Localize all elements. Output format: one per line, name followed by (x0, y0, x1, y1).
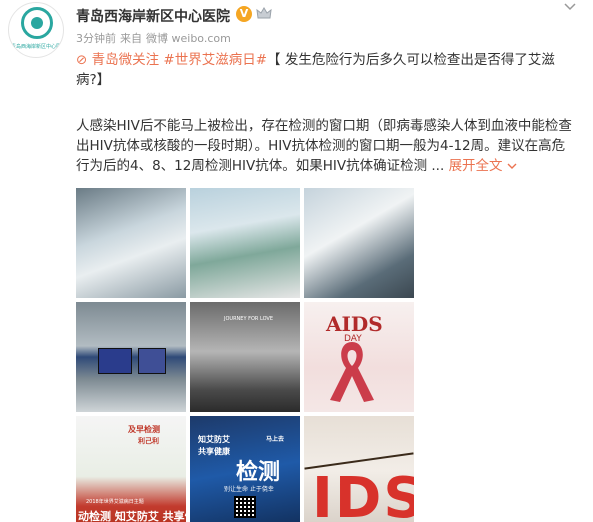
poster-headline-2: 利己利 (138, 437, 159, 445)
display-screen (138, 348, 166, 374)
source-prefix: 来自 (120, 32, 142, 45)
photo-thumbnail-2[interactable] (190, 188, 300, 298)
red-ribbon-icon (330, 342, 374, 402)
post-title-part1: 【 发生危险行为后多久可以检查出是否得了艾滋 (267, 52, 555, 68)
post-title-part2: 病?】 (76, 72, 111, 88)
poster-tag: 马上去 (266, 436, 285, 443)
expand-full-text-link[interactable]: 展开全文 (449, 158, 517, 174)
crown-icon (256, 7, 272, 19)
photo-thumbnail-3[interactable] (304, 188, 414, 298)
weibo-post: 青岛西海岸新区中心医院 青岛西海岸新区中心医院 V 3分钟前 来自 微博 weibo… (0, 0, 593, 522)
post-body: 人感染HIV后不能马上被检出，存在检测的窗口期（即病毒感染人体到血液中能检查出H… (76, 116, 576, 176)
link-icon: ⊘ (76, 52, 88, 68)
hospital-logo-icon (21, 7, 53, 39)
post-title-line-2: 病?】 (76, 70, 576, 90)
poster-slogan: 动检测 知艾防艾 共享健 (78, 510, 186, 522)
photo-thumbnail-8[interactable]: 知艾防艾 共享健康 马上去 检测 别让生命 止于侥幸 (190, 416, 300, 522)
poster-slogan-1: 知艾防艾 (198, 435, 230, 444)
avatar-caption: 青岛西海岸新区中心医院 (11, 44, 63, 50)
photo-thumbnail-4[interactable] (76, 302, 186, 412)
verified-badge-icon: V (236, 6, 252, 22)
post-meta: 3分钟前 来自 微博 weibo.com (76, 30, 235, 46)
photo-thumbnail-9[interactable]: IDS (304, 416, 414, 522)
linked-account[interactable]: 青岛微关注 (92, 52, 160, 68)
photo-thumbnail-7[interactable]: 及早检测 利己利 2018年世界艾滋病日主题 动检测 知艾防艾 共享健 (76, 416, 186, 522)
thumbnail-caption: JOURNEY FOR LOVE (224, 316, 273, 322)
author-name[interactable]: 青岛西海岸新区中心医院 (76, 6, 230, 26)
author-avatar[interactable]: 青岛西海岸新区中心医院 (8, 2, 64, 58)
chevron-down-icon[interactable] (563, 2, 577, 12)
topic-hashtag[interactable]: #世界艾滋病日# (163, 52, 267, 68)
poster-headline: 及早检测 (128, 425, 160, 434)
poster-title: AIDS (326, 312, 383, 336)
poster-letters: IDS (312, 466, 414, 522)
chevron-down-icon (507, 163, 517, 169)
poster-big-text: 检测 (236, 460, 281, 485)
post-source[interactable]: 微博 weibo.com (146, 32, 231, 45)
post-time[interactable]: 3分钟前 (76, 32, 116, 45)
photo-thumbnail-5[interactable]: JOURNEY FOR LOVE (190, 302, 300, 412)
post-title-line: ⊘ 青岛微关注 #世界艾滋病日#【 发生危险行为后多久可以检查出是否得了艾滋 (76, 50, 576, 70)
display-screen (98, 348, 132, 374)
poster-small-text: 2018年世界艾滋病日主题 (86, 499, 144, 505)
qr-code-icon (234, 496, 256, 518)
photo-thumbnail-6[interactable]: AIDS DAY (304, 302, 414, 412)
poster-subtext: 别让生命 止于侥幸 (224, 486, 274, 493)
image-grid: JOURNEY FOR LOVE AIDS DAY 及早检测 利己利 2018年… (76, 188, 415, 522)
poster-slogan-2: 共享健康 (198, 447, 230, 456)
photo-thumbnail-1[interactable] (76, 188, 186, 298)
